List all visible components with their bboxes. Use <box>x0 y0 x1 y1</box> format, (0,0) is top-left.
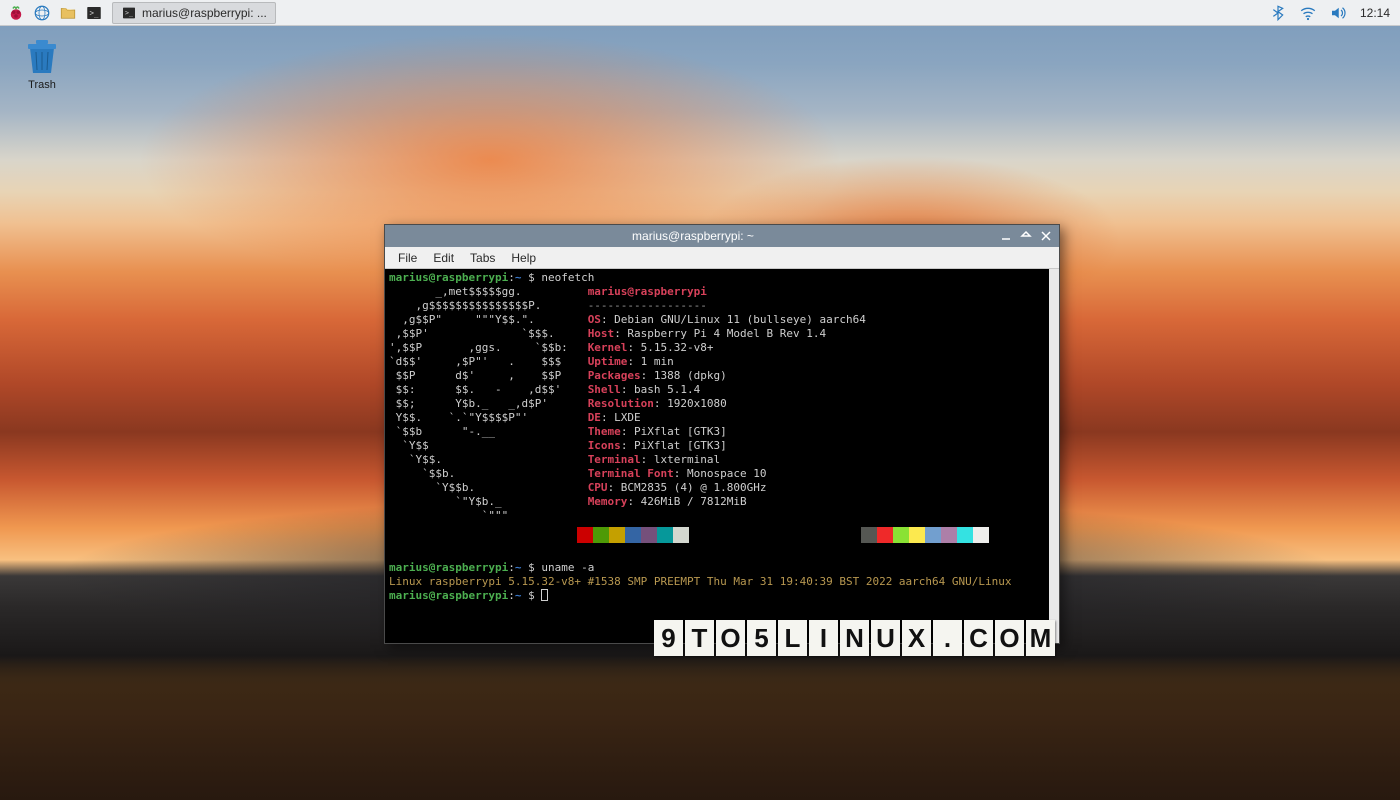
watermark-char: . <box>933 620 962 656</box>
terminal-scrollbar[interactable] <box>1049 269 1059 643</box>
desktop-icon-label: Trash <box>14 79 70 91</box>
watermark-char: C <box>964 620 993 656</box>
watermark: 9TO5LINUX.COM <box>654 620 1055 656</box>
window-controls <box>997 228 1055 244</box>
raspberry-menu-icon[interactable] <box>4 2 28 24</box>
taskbar-tray: 12:14 <box>1266 2 1396 24</box>
watermark-char: M <box>1026 620 1055 656</box>
trash-icon <box>22 38 62 76</box>
watermark-char: O <box>995 620 1024 656</box>
watermark-char: 5 <box>747 620 776 656</box>
watermark-char: U <box>871 620 900 656</box>
file-manager-icon[interactable] <box>56 2 80 24</box>
wifi-icon[interactable] <box>1296 2 1320 24</box>
menu-help[interactable]: Help <box>504 249 543 267</box>
menubar: File Edit Tabs Help <box>385 247 1059 269</box>
desktop-icon-trash[interactable]: Trash <box>14 38 70 91</box>
close-button[interactable] <box>1037 228 1055 244</box>
terminal-body[interactable]: marius@raspberrypi:~ $ neofetch _,met$$$… <box>385 269 1059 643</box>
watermark-char: I <box>809 620 838 656</box>
watermark-char: N <box>840 620 869 656</box>
terminal-icon: >_ <box>121 5 137 21</box>
taskbar: >_ >_ marius@raspberrypi: ... 12:14 <box>0 0 1400 26</box>
watermark-char: O <box>716 620 745 656</box>
terminal-window: marius@raspberrypi: ~ File Edit Tabs Hel… <box>384 224 1060 644</box>
menu-file[interactable]: File <box>391 249 424 267</box>
window-title: marius@raspberrypi: ~ <box>389 229 997 243</box>
web-browser-icon[interactable] <box>30 2 54 24</box>
terminal-launcher-icon[interactable]: >_ <box>82 2 106 24</box>
bluetooth-icon[interactable] <box>1266 2 1290 24</box>
minimize-button[interactable] <box>997 228 1015 244</box>
watermark-char: L <box>778 620 807 656</box>
taskbar-left: >_ >_ marius@raspberrypi: ... <box>4 2 276 24</box>
menu-edit[interactable]: Edit <box>426 249 461 267</box>
taskbar-task-label: marius@raspberrypi: ... <box>142 6 267 20</box>
svg-text:>_: >_ <box>90 8 100 17</box>
volume-icon[interactable] <box>1326 2 1350 24</box>
titlebar[interactable]: marius@raspberrypi: ~ <box>385 225 1059 247</box>
taskbar-task-terminal[interactable]: >_ marius@raspberrypi: ... <box>112 2 276 24</box>
watermark-char: 9 <box>654 620 683 656</box>
clock[interactable]: 12:14 <box>1356 6 1390 20</box>
menu-tabs[interactable]: Tabs <box>463 249 502 267</box>
watermark-char: X <box>902 620 931 656</box>
watermark-char: T <box>685 620 714 656</box>
maximize-button[interactable] <box>1017 228 1035 244</box>
svg-text:>_: >_ <box>125 9 133 17</box>
